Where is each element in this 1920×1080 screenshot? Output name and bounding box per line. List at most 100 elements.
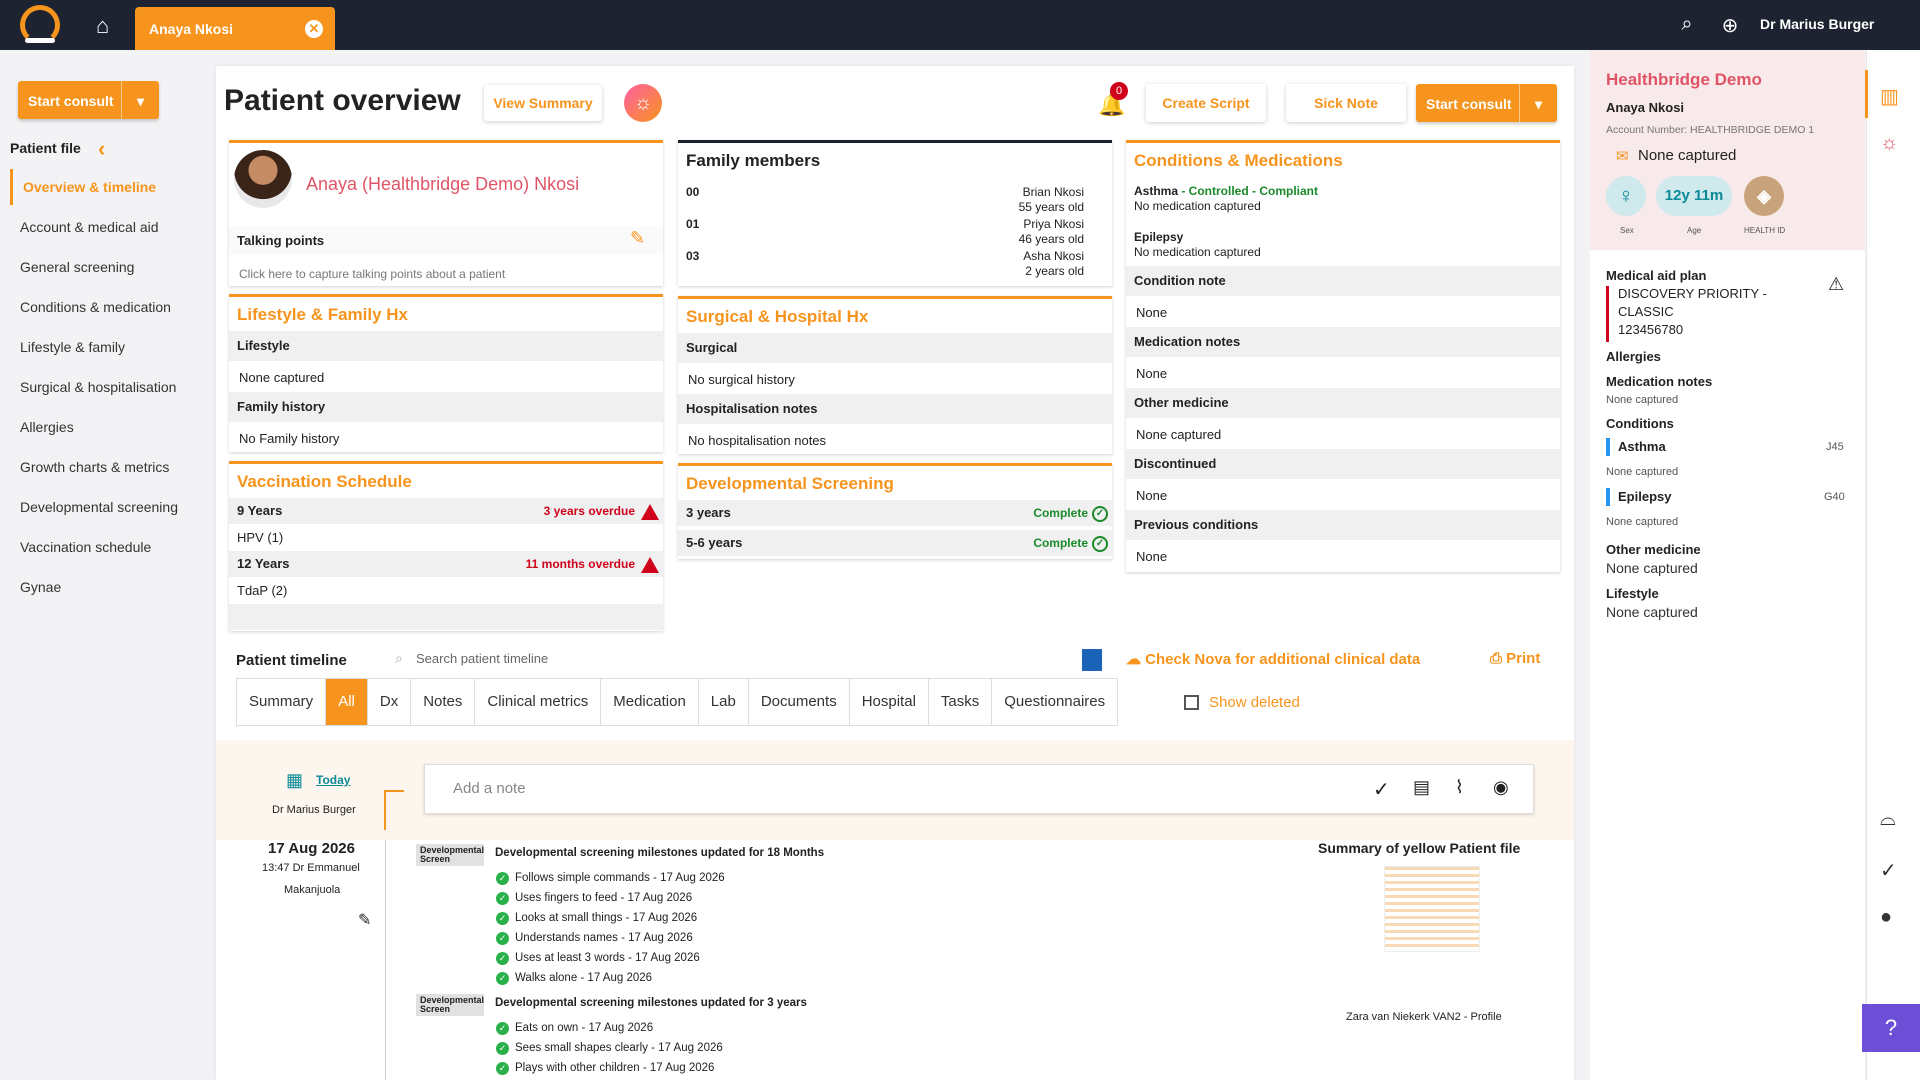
medical-aid-number: 123456780 — [1618, 322, 1684, 337]
home-icon[interactable]: ⌂ — [96, 14, 120, 38]
talking-points-input[interactable]: Click here to capture talking points abo… — [229, 267, 663, 281]
sidebar-item-vaccination[interactable]: Vaccination schedule — [20, 539, 151, 555]
sick-note-button[interactable]: Sick Note — [1286, 84, 1406, 122]
account-number: Account Number: HEALTHBRIDGE DEMO 1 — [1606, 124, 1815, 136]
today-link[interactable]: Today — [316, 773, 350, 787]
patient-tab-label: Anaya Nkosi — [149, 21, 234, 37]
check-icon: ✓ — [496, 952, 509, 965]
check-icon: ✓ — [496, 912, 509, 925]
timeline-connector — [384, 790, 404, 830]
collapse-chevron-icon[interactable]: ‹ — [98, 136, 105, 162]
discontinued-value: None — [1136, 488, 1168, 503]
sidebar-item-lifestyle[interactable]: Lifestyle & family — [20, 339, 125, 355]
devscreen-row-5y[interactable]: 5-6 years Complete ✓ — [678, 530, 1112, 556]
print-button[interactable]: ⎙ Print — [1490, 650, 1540, 667]
milestone-text: Uses at least 3 words - 17 Aug 2026 — [515, 952, 700, 964]
show-deleted-checkbox[interactable] — [1184, 695, 1199, 710]
vaccination-row-12y[interactable]: 12 Years 11 months overdue — [229, 551, 663, 577]
tab-documents[interactable]: Documents — [749, 679, 850, 725]
tab-medication[interactable]: Medication — [601, 679, 699, 725]
today-user: Dr Marius Burger — [272, 804, 356, 816]
devscreen-row-3y[interactable]: 3 years Complete ✓ — [678, 500, 1112, 526]
lightbulb-icon[interactable]: ☼ — [1880, 132, 1898, 155]
tab-notes[interactable]: Notes — [411, 679, 476, 725]
sidebar-item-allergies[interactable]: Allergies — [20, 419, 74, 435]
tab-all[interactable]: All — [326, 679, 368, 725]
devscreen-title: Developmental Screening — [686, 474, 894, 493]
tab-lab[interactable]: Lab — [699, 679, 749, 725]
sidebar-item-gynae[interactable]: Gynae — [20, 579, 61, 595]
start-consult-label: Start consult — [28, 93, 114, 109]
check-nova-link[interactable]: ☁ Check Nova for additional clinical dat… — [1126, 650, 1420, 668]
timeline-line — [385, 840, 386, 1080]
entry-title[interactable]: Developmental screening milestones updat… — [495, 997, 807, 1009]
milestone-item: ✓ Uses fingers to feed - 17 Aug 2026 — [496, 892, 692, 905]
condition-epilepsy[interactable]: Epilepsy — [1134, 230, 1183, 244]
rp-condition-epilepsy[interactable]: Epilepsy — [1618, 489, 1671, 504]
warning-icon[interactable]: ⚠ — [1828, 274, 1844, 295]
tab-clinical-metrics[interactable]: Clinical metrics — [475, 679, 602, 725]
summary-thumbnail[interactable] — [1384, 866, 1480, 952]
check-icon[interactable]: ✓ — [1373, 777, 1390, 802]
edit-pencil-icon[interactable]: ✎ — [630, 228, 645, 249]
sidebar-item-overview[interactable]: Overview & timeline — [10, 169, 156, 205]
timeline-search-input[interactable]: Search patient timeline — [416, 651, 548, 666]
vaccination-row-9y[interactable]: 9 Years 3 years overdue — [229, 498, 663, 524]
start-consult-button[interactable]: Start consult ▾ — [1416, 84, 1557, 122]
sidebar-item-surgical[interactable]: Surgical & hospitalisation — [20, 379, 176, 395]
scan-icon[interactable]: ▤ — [1413, 777, 1430, 798]
hospitalisation-header: Hospitalisation notes — [678, 394, 1112, 424]
age-label: Age — [1687, 226, 1702, 235]
notification-badge: 0 — [1110, 82, 1128, 100]
sidebar-start-consult-button[interactable]: Start consult ▾ — [18, 81, 159, 119]
add-user-icon[interactable]: ⊕ — [1718, 13, 1742, 37]
complete-status: Complete — [1033, 536, 1088, 550]
help-icon[interactable]: ? — [1862, 1004, 1920, 1052]
condition-bar — [1606, 488, 1610, 506]
health-id-icon[interactable]: ◈ — [1744, 176, 1784, 216]
vaccination-empty-row — [229, 604, 663, 630]
tab-tasks[interactable]: Tasks — [929, 679, 993, 725]
chevron-down-icon[interactable]: ▾ — [1519, 84, 1557, 122]
camera-icon[interactable]: ◉ — [1493, 777, 1509, 798]
chevron-down-icon[interactable]: ▾ — [121, 81, 159, 119]
sofa-icon[interactable]: ⌓ — [1880, 808, 1896, 831]
search-icon[interactable]: ⌕ — [1675, 13, 1699, 37]
talking-points-header: Talking points — [229, 227, 663, 255]
entry-title[interactable]: Developmental screening milestones updat… — [495, 847, 824, 859]
tab-hospital[interactable]: Hospital — [850, 679, 929, 725]
tab-dx[interactable]: Dx — [368, 679, 412, 725]
view-summary-button[interactable]: View Summary — [484, 85, 602, 121]
drop-icon[interactable]: ● — [1880, 906, 1892, 929]
lightbulb-icon[interactable]: ☼ — [624, 84, 662, 122]
tab-summary[interactable]: Summary — [237, 679, 327, 725]
edit-pencil-icon[interactable]: ✎ — [358, 910, 371, 930]
sidebar-item-growth[interactable]: Growth charts & metrics — [20, 459, 169, 475]
family-history-header: Family history — [229, 392, 663, 422]
patient-tab[interactable]: Anaya Nkosi ✕ — [135, 7, 335, 50]
sidebar-item-conditions[interactable]: Conditions & medication — [20, 299, 171, 315]
sidebar-item-general-screening[interactable]: General screening — [20, 259, 134, 275]
tab-questionnaires[interactable]: Questionnaires — [992, 679, 1117, 725]
previous-conditions-value: None — [1136, 549, 1168, 564]
sidebar-item-account[interactable]: Account & medical aid — [20, 219, 159, 235]
milestone-text: Follows simple commands - 17 Aug 2026 — [515, 872, 725, 884]
rp-condition-asthma[interactable]: Asthma — [1618, 439, 1666, 454]
asthma-code: J45 — [1826, 441, 1844, 453]
add-note-input[interactable]: Add a note ✓ ▤ ⌇ ◉ — [424, 764, 1534, 814]
close-tab-icon[interactable]: ✕ — [305, 20, 323, 38]
rp-patient-name: Anaya Nkosi — [1606, 100, 1685, 115]
condition-asthma[interactable]: Asthma - Controlled - Compliant — [1134, 184, 1318, 198]
check-icon: ✓ — [496, 1062, 509, 1075]
epilepsy-note: None captured — [1606, 516, 1679, 528]
paperclip-icon[interactable]: ⌇ — [1455, 777, 1464, 798]
summary-panel-icon[interactable]: ▥ — [1880, 84, 1899, 109]
milestone-item: ✓ Walks alone - 17 Aug 2026 — [496, 972, 652, 985]
check-circle-icon[interactable]: ✓ — [1880, 858, 1897, 883]
sidebar-item-developmental[interactable]: Developmental screening — [20, 499, 178, 515]
create-script-button[interactable]: Create Script — [1146, 84, 1266, 122]
current-user[interactable]: Dr Marius Burger — [1760, 16, 1874, 32]
devscreen-badge: Developmental Screen — [416, 994, 484, 1016]
family-history-value: No Family history — [239, 431, 340, 446]
start-consult-label: Start consult — [1426, 96, 1512, 112]
